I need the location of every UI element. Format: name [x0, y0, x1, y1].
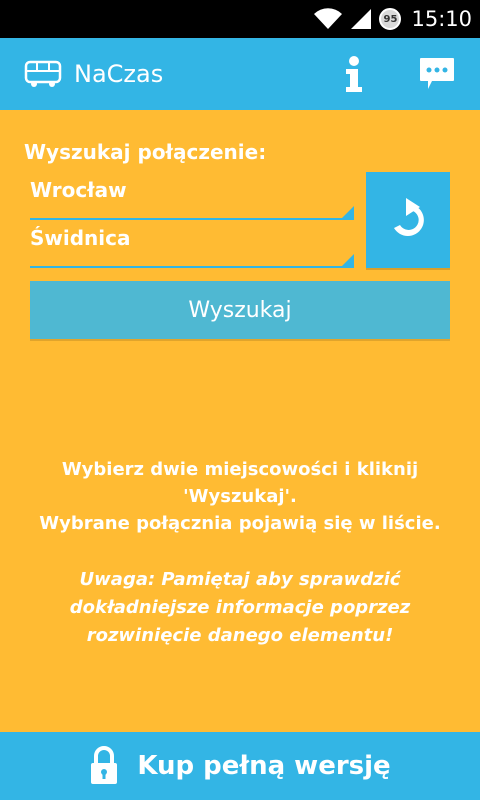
search-button[interactable]: Wyszukaj: [30, 281, 450, 339]
app-title: NaCzas: [74, 60, 164, 88]
from-spinner[interactable]: Wrocław: [30, 170, 354, 220]
battery-level: 95: [383, 13, 398, 25]
to-spinner[interactable]: Świdnica: [30, 218, 354, 268]
chat-button[interactable]: [412, 50, 462, 98]
chat-icon: [420, 58, 454, 89]
battery-icon: 95: [379, 8, 402, 30]
info-line-1: Wybierz dwie miejscowości i kliknij: [61, 459, 419, 480]
to-value: Świdnica: [30, 226, 131, 250]
signal-icon: [351, 9, 372, 29]
bus-icon[interactable]: [24, 60, 62, 88]
from-value: Wrocław: [30, 178, 127, 202]
buy-full-version-button[interactable]: Kup pełną wersję: [0, 732, 480, 800]
search-label: Wyszukaj połączenie:: [24, 140, 267, 164]
status-icons: 95 15:10: [313, 0, 472, 38]
main-content: Wyszukaj połączenie: Wrocław Świdnica Wy…: [0, 110, 480, 732]
info-button[interactable]: [330, 50, 378, 98]
action-bar: NaCzas: [0, 38, 480, 110]
buy-label: Kup pełną wersję: [137, 751, 391, 781]
status-bar: 95 15:10: [0, 0, 480, 38]
swap-icon: [394, 198, 424, 236]
lock-icon: [91, 746, 118, 784]
info-text: Wybierz dwie miejscowości i kliknij 'Wys…: [20, 456, 460, 537]
info-line-2: 'Wyszukaj'.: [183, 486, 297, 507]
warning-text: Uwaga: Pamiętaj aby sprawdzić dokładniej…: [69, 569, 411, 646]
to-underline: [30, 266, 354, 268]
info-line-3: Wybrane połącznia pojawią się w liście.: [39, 513, 441, 534]
info-icon: [346, 56, 362, 92]
to-dropdown-icon: [340, 254, 354, 268]
wifi-icon: [314, 8, 343, 30]
swap-button[interactable]: [366, 172, 450, 268]
status-time: 15:10: [411, 7, 472, 31]
